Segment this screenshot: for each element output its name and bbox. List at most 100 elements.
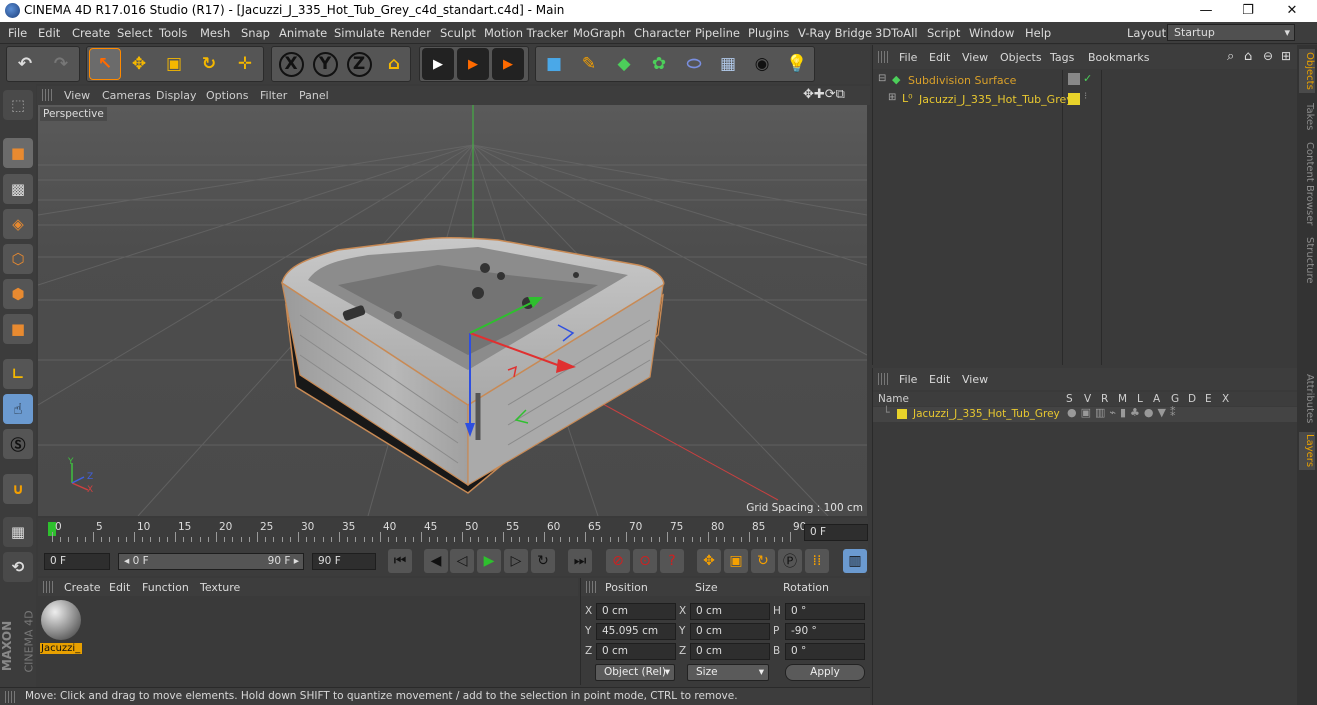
panel-grip-icon[interactable]	[43, 581, 55, 593]
z-axis-lock-icon[interactable]: Z	[343, 48, 375, 80]
light-bulb-icon[interactable]: 💡	[781, 48, 813, 80]
column-expressions[interactable]: E	[1205, 393, 1212, 405]
menu-tools[interactable]: Tools	[159, 26, 187, 40]
rotation-input[interactable]: 0 °	[785, 643, 865, 660]
menu-render[interactable]: Render	[390, 26, 431, 40]
size-mode-select[interactable]: Size ▾	[687, 664, 769, 681]
menu-select[interactable]: Select	[117, 26, 152, 40]
model-mode-icon[interactable]: ■	[3, 138, 33, 168]
menu-character[interactable]: Character	[634, 26, 691, 40]
column-animation[interactable]: A	[1153, 393, 1160, 405]
rotation-input[interactable]: -90 °	[785, 623, 865, 640]
magnet-icon[interactable]: ∪	[3, 474, 33, 504]
object-menu-edit[interactable]: Edit	[929, 51, 950, 64]
column-solo[interactable]: S	[1066, 393, 1073, 405]
menu-animate[interactable]: Animate	[279, 26, 327, 40]
cube-icon[interactable]: ■	[538, 48, 570, 80]
play-icon[interactable]: ▶	[477, 549, 501, 573]
viewport-menu-panel[interactable]: Panel	[299, 89, 329, 102]
collapse-icon[interactable]: ⊟	[878, 73, 886, 84]
current-frame-field[interactable]: 0 F	[804, 524, 868, 541]
viewport-menu-options[interactable]: Options	[206, 89, 248, 102]
next-key-icon[interactable]: ↻	[531, 549, 555, 573]
viewport-menu-view[interactable]: View	[64, 89, 90, 102]
render-view-icon[interactable]: ▶	[422, 48, 454, 80]
previous-key-icon[interactable]: ◀	[424, 549, 448, 573]
workplane-rotate-icon[interactable]: ⟲	[3, 552, 33, 582]
size-input[interactable]: 0 cm	[690, 603, 770, 620]
goto-end-icon[interactable]: ⏭	[568, 549, 592, 573]
column-render[interactable]: R	[1101, 393, 1108, 405]
select-tool-icon[interactable]: ↖	[89, 48, 121, 80]
rotation-input[interactable]: 0 °	[785, 603, 865, 620]
layer-row[interactable]: └ Jacuzzi_J_335_Hot_Tub_Grey ●▣▥⌁▮♣●▼⁑	[873, 406, 1298, 422]
layer-menu-file[interactable]: File	[899, 373, 917, 386]
menu-simulate[interactable]: Simulate	[334, 26, 385, 40]
material-swatch[interactable]: Jacuzzi_	[40, 600, 82, 660]
tab-takes[interactable]: Takes	[1299, 100, 1315, 134]
tweak-mode-icon[interactable]: ☝	[3, 394, 33, 424]
keyframe-selection-icon[interactable]: ?	[660, 549, 684, 573]
timeline-window-icon[interactable]: ▥	[843, 549, 867, 573]
column-manager[interactable]: M	[1118, 393, 1127, 405]
tab-objects[interactable]: Objects	[1299, 49, 1315, 93]
key-pla-icon[interactable]: ⁞⁞	[805, 549, 829, 573]
layer-menu-edit[interactable]: Edit	[929, 373, 950, 386]
column-view[interactable]: V	[1084, 393, 1091, 405]
layer-toggle-icons[interactable]: ●▣▥⌁▮♣●▼⁑	[1067, 406, 1179, 419]
menu-help[interactable]: Help	[1025, 26, 1051, 40]
material-menu-create[interactable]: Create	[64, 581, 101, 594]
position-input[interactable]: 45.095 cm	[596, 623, 676, 640]
viewport-menu-display[interactable]: Display	[156, 89, 197, 102]
undo-icon[interactable]: ↶	[9, 48, 41, 80]
menu-motion-tracker[interactable]: Motion Tracker	[484, 26, 568, 40]
panel-grip-icon[interactable]	[42, 89, 54, 101]
render-picture-viewer-icon[interactable]: ▶	[457, 48, 489, 80]
workplane-mode-icon[interactable]: ◈	[3, 209, 33, 239]
scale-tool-icon[interactable]: ▣	[158, 48, 190, 80]
viewport-menu-filter[interactable]: Filter	[260, 89, 287, 102]
tab-attributes[interactable]: Attributes	[1299, 371, 1315, 427]
size-input[interactable]: 0 cm	[690, 643, 770, 660]
rotate-tool-icon[interactable]: ↻	[193, 48, 225, 80]
new-panel-icon[interactable]: ⊞	[1281, 49, 1291, 63]
start-frame-field[interactable]: 0 F	[44, 553, 110, 570]
camera-icon[interactable]: ◉	[746, 48, 778, 80]
menu-mograph[interactable]: MoGraph	[573, 26, 625, 40]
menu-pipeline[interactable]: Pipeline	[695, 26, 740, 40]
visibility-dots-icon[interactable]: ⁝	[1084, 91, 1087, 102]
restore-button[interactable]: ❐	[1225, 0, 1271, 22]
points-mode-icon[interactable]: ⬡	[3, 244, 33, 274]
move-tool-icon[interactable]: ✥	[123, 48, 155, 80]
floor-icon[interactable]: ▦	[712, 48, 744, 80]
object-menu-view[interactable]: View	[962, 51, 988, 64]
menu-vray-bridge[interactable]: V-Ray Bridge	[798, 26, 872, 40]
coordinate-mode-select[interactable]: Object (Rel) ▾	[595, 664, 675, 681]
hot-tub-model[interactable]	[281, 237, 665, 494]
size-input[interactable]: 0 cm	[690, 623, 770, 640]
viewport-navigation-icons[interactable]: ✥✚⟳⧉	[803, 87, 845, 102]
object-row-subdivision-surface[interactable]: ⊟ ◆ Subdivision Surface ✓	[873, 72, 1298, 90]
material-menu-texture[interactable]: Texture	[200, 581, 240, 594]
end-frame-field[interactable]: 90 F	[312, 553, 376, 570]
tab-structure[interactable]: Structure	[1299, 235, 1315, 285]
tab-layers[interactable]: Layers	[1299, 432, 1315, 470]
edges-mode-icon[interactable]: ⬢	[3, 279, 33, 309]
menu-3dtoall[interactable]: 3DToAll	[875, 26, 918, 40]
layer-name-label[interactable]: Jacuzzi_J_335_Hot_Tub_Grey	[913, 408, 1060, 420]
material-menu-edit[interactable]: Edit	[109, 581, 130, 594]
object-menu-objects[interactable]: Objects	[1000, 51, 1042, 64]
menu-create[interactable]: Create	[72, 26, 110, 40]
object-row-jacuzzi[interactable]: ⊞ L⁰ Jacuzzi_J_335_Hot_Tub_Grey ⁝	[873, 91, 1298, 109]
workplane-lock-icon[interactable]: ▦	[3, 517, 33, 547]
menu-window[interactable]: Window	[969, 26, 1014, 40]
position-input[interactable]: 0 cm	[596, 603, 676, 620]
subdivision-surface-icon[interactable]: ◆	[608, 48, 640, 80]
apply-button[interactable]: Apply	[785, 664, 865, 681]
material-menu-function[interactable]: Function	[142, 581, 189, 594]
object-menu-file[interactable]: File	[899, 51, 917, 64]
column-xref[interactable]: X	[1222, 393, 1229, 405]
column-locked[interactable]: L	[1137, 393, 1143, 405]
layout-select[interactable]: Startup ▾	[1167, 24, 1295, 41]
previous-frame-icon[interactable]: ◁	[450, 549, 474, 573]
